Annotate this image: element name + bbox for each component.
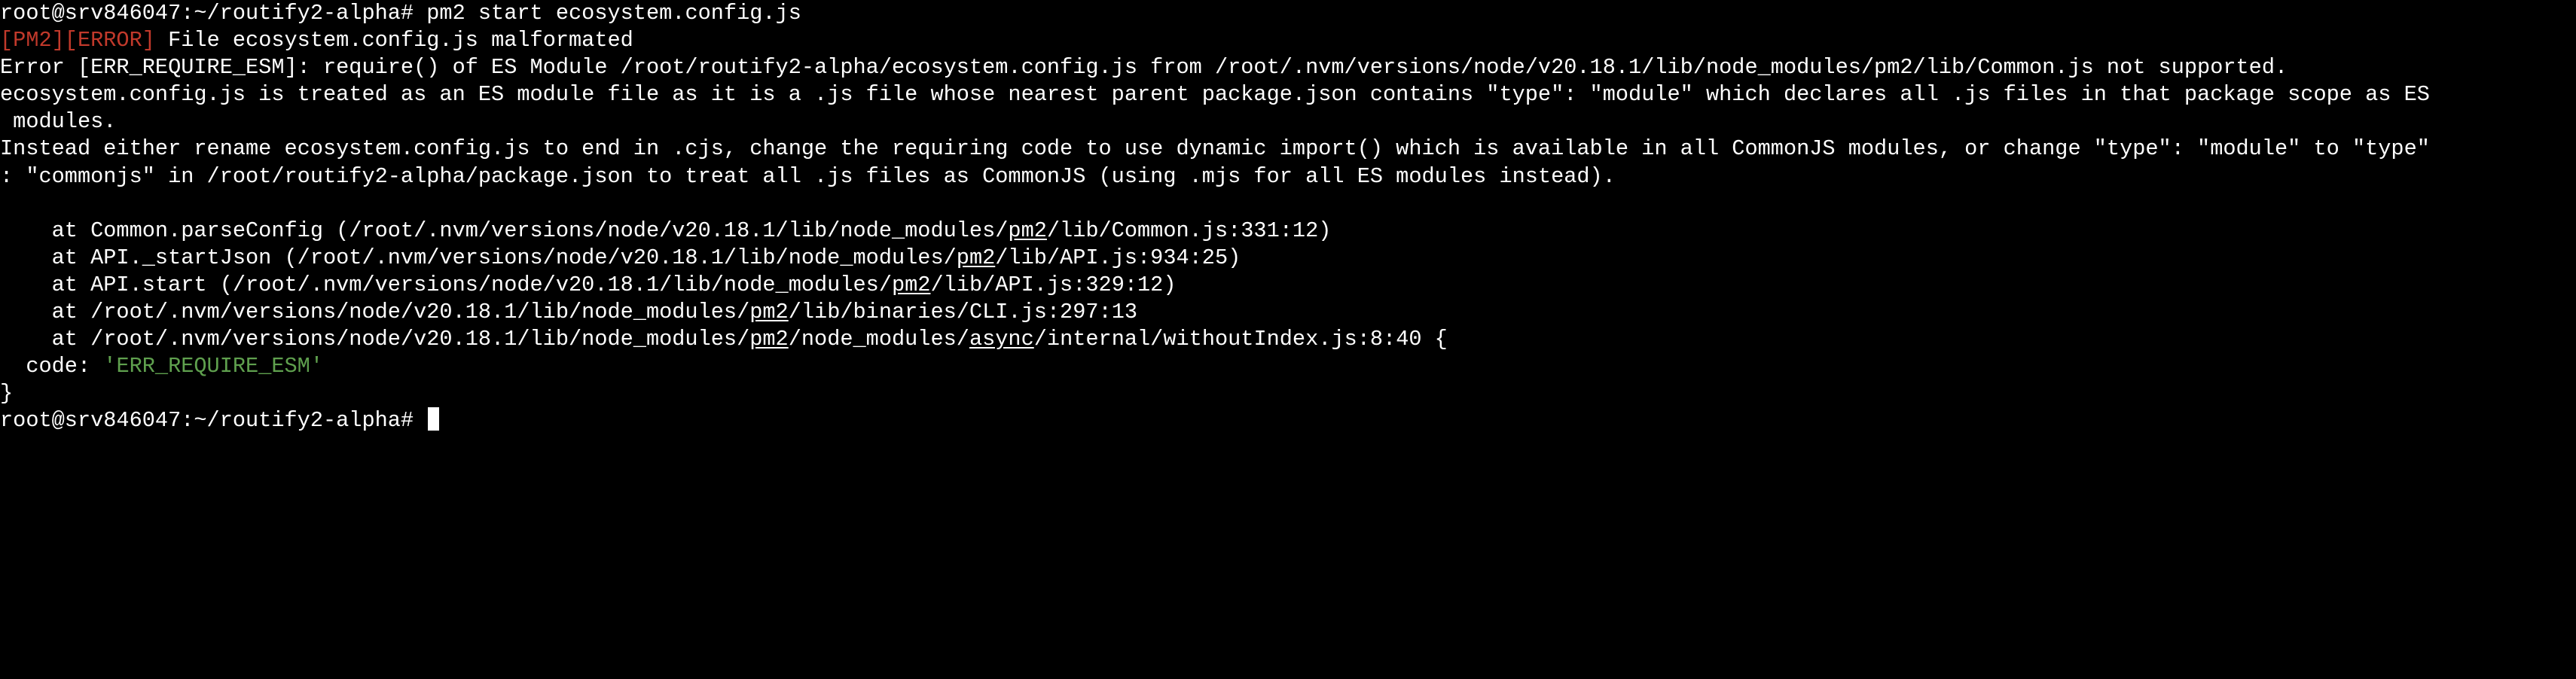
stack-link-async[interactable]: async [969,327,1034,352]
stack-file: /lib/API.js:329:12) [930,272,1177,297]
stack-path: /node_modules/ [788,327,969,352]
stack-path: at /root/.nvm/versions/node/v20.18.1/lib… [0,327,750,352]
error-line-1: Error [ERR_REQUIRE_ESM]: require() of ES… [0,55,2288,81]
stack-link-pm2[interactable]: pm2 [749,300,788,324]
stack-file: /lib/API.js:934:25) [995,245,1241,270]
prompt-line[interactable]: root@srv846047:~/routify2-alpha# [0,407,2576,434]
shell-prompt: root@srv846047:~/routify2-alpha# [0,408,414,434]
pm2-error-message: File ecosystem.config.js malformated [168,28,633,53]
error-line-3: modules. [0,109,117,135]
stack-path: at /root/.nvm/versions/node/v20.18.1/lib… [0,300,750,325]
stack-file: /internal/withoutIndex.js:8:40 { [1033,327,1448,352]
code-value: 'ERR_REQUIRE_ESM' [103,354,323,379]
error-line-4: Instead either rename ecosystem.config.j… [0,136,2430,162]
error-line-5: : "commonjs" in /root/routify2-alpha/pac… [0,163,1616,189]
stack-file: /lib/Common.js:331:12) [1046,218,1332,243]
stack-path: at API._startJson (/root/.nvm/versions/n… [0,245,957,270]
stack-trace-line: at API.start (/root/.nvm/versions/node/v… [0,272,2576,299]
shell-prompt: root@srv846047:~/routify2-alpha# [0,1,414,26]
stack-trace-line: at /root/.nvm/versions/node/v20.18.1/lib… [0,299,2576,326]
stack-trace-line: at API._startJson (/root/.nvm/versions/n… [0,245,2576,272]
stack-trace-line-last: at /root/.nvm/versions/node/v20.18.1/lib… [0,326,2576,353]
stack-link-pm2[interactable]: pm2 [749,327,788,352]
stack-file: /lib/binaries/CLI.js:297:13 [788,300,1138,325]
error-code-line: code: 'ERR_REQUIRE_ESM' [0,353,2576,380]
code-label: code: [0,354,104,379]
stack-link-pm2[interactable]: pm2 [1008,218,1046,243]
closing-brace: } [0,381,14,406]
command-line: root@srv846047:~/routify2-alpha# pm2 sta… [0,0,2576,27]
stack-link-pm2[interactable]: pm2 [892,273,930,297]
terminal-window[interactable]: root@srv846047:~/routify2-alpha# pm2 sta… [0,0,2576,679]
stack-path: at API.start (/root/.nvm/versions/node/v… [0,272,892,297]
pm2-error-tag: [PM2][ERROR] [0,28,155,53]
stack-link-pm2[interactable]: pm2 [957,245,995,270]
pm2-error-line: [PM2][ERROR] File ecosystem.config.js ma… [0,27,2576,54]
error-line-2: ecosystem.config.js is treated as an ES … [0,82,2430,108]
stack-trace-line: at Common.parseConfig (/root/.nvm/versio… [0,218,2576,245]
stack-path: at Common.parseConfig (/root/.nvm/versio… [0,218,1009,243]
cursor-block [428,407,440,431]
command-text: pm2 start ecosystem.config.js [426,1,801,26]
